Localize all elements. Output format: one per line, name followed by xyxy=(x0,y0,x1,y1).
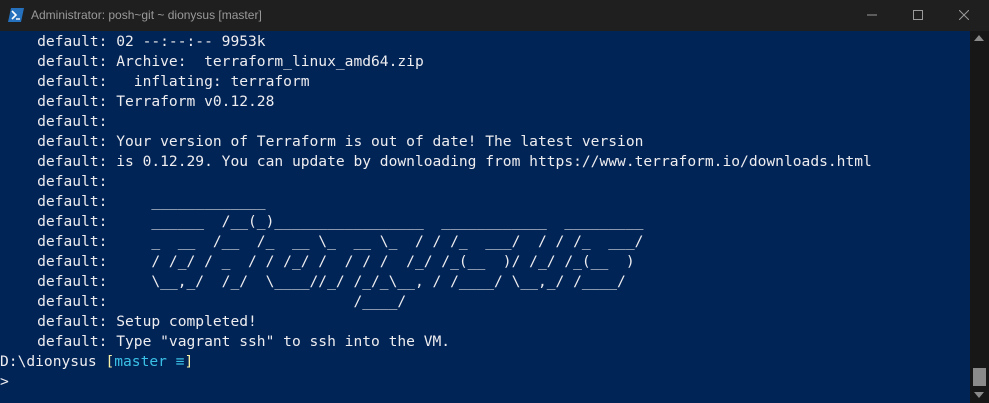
console-line: default: inflating: terraform xyxy=(2,73,310,90)
console-line: default: Type "vagrant ssh" to ssh into … xyxy=(2,333,451,350)
console-line: default: / /_/ / _ / / /_/ / / / / /_/ /… xyxy=(2,253,635,270)
console-line: default: _ __ /__ /_ __ \_ __ \_ / / /_ … xyxy=(2,233,644,250)
window-title: Administrator: posh~git ~ dionysus [mast… xyxy=(31,8,262,22)
terminal-window: Administrator: posh~git ~ dionysus [mast… xyxy=(0,0,989,403)
powershell-icon xyxy=(8,8,24,22)
scroll-up-icon[interactable] xyxy=(974,35,984,41)
console-line: default: 02 --:--:-- 9953k xyxy=(2,33,266,50)
console-line: default: \__,_/ /_/ \____//_/ /_/_\__, /… xyxy=(2,273,626,290)
minimize-button[interactable] xyxy=(849,0,895,31)
scroll-thumb[interactable] xyxy=(973,368,986,386)
close-icon xyxy=(959,10,969,20)
console-line: default: /____/ xyxy=(2,293,407,310)
console-line: default: Terraform v0.12.28 xyxy=(2,93,275,110)
console-line: default: ______ /__(_)_________________ … xyxy=(2,213,644,230)
console-line: default: is 0.12.29. You can update by d… xyxy=(2,153,872,170)
minimize-icon xyxy=(867,14,877,16)
close-button[interactable] xyxy=(941,0,987,31)
maximize-icon xyxy=(913,10,923,20)
console-line: default: xyxy=(2,113,108,130)
branch-name: master ≡ xyxy=(114,353,185,370)
console-output[interactable]: default: 02 --:--:-- 9953k default: Arch… xyxy=(0,31,970,403)
branch-bracket-open: [ xyxy=(105,353,115,370)
console-line: default: xyxy=(2,173,108,190)
prompt-line: D:\dionysus [master ≡] xyxy=(0,352,193,372)
vertical-scrollbar[interactable] xyxy=(970,31,989,403)
branch-bracket-close: ] xyxy=(184,353,194,370)
console-line: default: Your version of Terraform is ou… xyxy=(2,133,644,150)
scroll-down-icon[interactable] xyxy=(974,392,984,398)
console-line: default: Setup completed! xyxy=(2,313,257,330)
console-line: default: _____________ xyxy=(2,193,266,210)
maximize-button[interactable] xyxy=(895,0,941,31)
title-bar[interactable]: Administrator: posh~git ~ dionysus [mast… xyxy=(0,0,989,31)
prompt-path: D:\dionysus xyxy=(0,353,106,370)
console-line: default: Archive: terraform_linux_amd64.… xyxy=(2,53,424,70)
input-prompt[interactable]: > xyxy=(0,372,9,392)
